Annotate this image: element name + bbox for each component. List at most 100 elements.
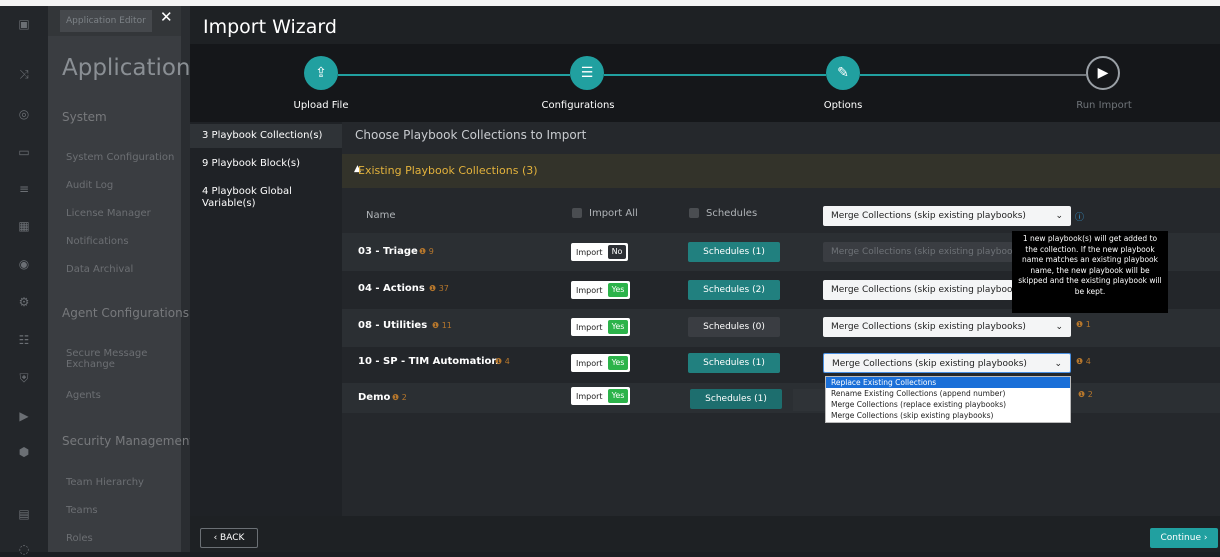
row-count: ❶ 4 <box>495 357 510 366</box>
back-label: BACK <box>220 533 245 543</box>
merge-count-value: 1 <box>1085 320 1091 329</box>
dropdown-option[interactable]: Rename Existing Collections (append numb… <box>826 388 1070 399</box>
bg-item[interactable]: Team Hierarchy <box>66 477 144 488</box>
import-toggle[interactable]: Import Yes <box>571 354 631 372</box>
clipboard-icon[interactable]: ▤ <box>16 506 32 522</box>
merge-all-select[interactable]: Merge Collections (skip existing playboo… <box>823 206 1071 226</box>
merge-tooltip: 1 new playbook(s) will get added to the … <box>1012 231 1168 313</box>
continue-label: Continue <box>1160 533 1201 543</box>
row-count: ❶ 2 <box>392 393 407 402</box>
schedules-button[interactable]: Schedules (1) <box>690 389 782 409</box>
step-upload[interactable]: ⇪ <box>304 56 338 90</box>
nav-playbook-collections[interactable]: 3 Playbook Collection(s) <box>190 124 342 148</box>
merge-value: Merge Collections (skip existing playboo… <box>831 247 1013 257</box>
background-tab[interactable]: Application Editor <box>60 10 152 32</box>
row-name: 08 - Utilities <box>358 320 428 331</box>
bg-item[interactable]: Roles <box>66 533 93 544</box>
schedules-button[interactable]: Schedules (2) <box>688 280 780 300</box>
merge-value: Merge Collections (skip existing playboo… <box>832 359 1027 369</box>
import-toggle[interactable]: Import Yes <box>571 387 631 405</box>
bg-item[interactable]: License Manager <box>66 208 151 219</box>
back-button[interactable]: ‹ BACK <box>200 528 258 548</box>
settings-icon[interactable]: ◌ <box>16 541 32 557</box>
column-name: Name <box>366 210 396 221</box>
import-value: Yes <box>607 356 629 370</box>
schedules-checkbox[interactable] <box>689 208 699 218</box>
shield-icon[interactable]: ⛨ <box>16 370 32 386</box>
bg-item[interactable]: Teams <box>66 505 98 516</box>
wrench-icon: ✎ <box>837 65 849 81</box>
schedules-button[interactable]: Schedules (0) <box>688 317 780 337</box>
bg-item[interactable]: Agents <box>66 390 101 401</box>
step-configurations[interactable]: ☰ <box>570 56 604 90</box>
dropdown-option[interactable]: Merge Collections (replace existing play… <box>826 399 1070 410</box>
import-value: Yes <box>607 283 629 297</box>
content-heading: Choose Playbook Collections to Import <box>355 128 587 142</box>
import-toggle[interactable]: Import No <box>571 243 629 261</box>
bg-item[interactable]: Notifications <box>66 236 129 247</box>
continue-button[interactable]: Continue › <box>1150 528 1218 548</box>
import-label: Import <box>576 247 603 257</box>
bg-section-agent: Agent Configurations <box>62 306 189 320</box>
close-icon[interactable]: ✕ <box>160 8 173 26</box>
step-connector <box>970 74 1086 76</box>
step-options[interactable]: ✎ <box>826 56 860 90</box>
target-icon[interactable]: ◉ <box>16 256 32 272</box>
merge-count-value: 2 <box>1087 390 1093 399</box>
merge-select-hidden[interactable] <box>793 389 825 411</box>
shuffle-icon[interactable]: ⤨ <box>16 66 32 82</box>
wizard-footer <box>190 516 1220 552</box>
bg-section-security: Security Management <box>62 434 195 448</box>
import-toggle[interactable]: Import Yes <box>571 281 631 299</box>
merge-count: ❶ 4 <box>1076 357 1091 366</box>
import-label: Import <box>576 358 603 368</box>
wizard-title: Import Wizard <box>203 16 337 38</box>
step-connector <box>604 74 826 76</box>
dropdown-option[interactable]: Merge Collections (skip existing playboo… <box>826 410 1070 421</box>
badge-icon[interactable]: ⬢ <box>16 444 32 460</box>
chevron-right-icon: › <box>1201 533 1208 543</box>
schedules-button[interactable]: Schedules (1) <box>688 353 780 373</box>
column-schedules: Schedules <box>706 208 758 219</box>
bg-item[interactable]: Secure Message Exchange <box>66 348 166 370</box>
step-run-import[interactable]: ▶ <box>1086 56 1120 90</box>
row-name: 03 - Triage <box>358 246 418 257</box>
merge-select-open[interactable]: Merge Collections (skip existing playboo… <box>823 353 1071 373</box>
tab-label: Application Editor <box>66 16 146 26</box>
bg-item[interactable]: Audit Log <box>66 180 113 191</box>
merge-select[interactable]: Merge Collections (skip existing playboo… <box>823 242 1013 262</box>
step-connector <box>860 74 970 76</box>
chevron-down-icon: ⌄ <box>1055 211 1063 221</box>
gear-icon[interactable]: ⚙ <box>16 294 32 310</box>
chart-icon[interactable]: ≡ <box>16 181 32 197</box>
dashboard-icon[interactable]: ◎ <box>16 106 32 122</box>
sliders-icon: ☰ <box>580 65 594 81</box>
play-icon[interactable]: ▶ <box>16 408 32 424</box>
dropdown-option[interactable]: Replace Existing Collections <box>826 377 1070 388</box>
step-label-run-import: Run Import <box>1076 100 1132 111</box>
users-icon[interactable]: ☷ <box>16 332 32 348</box>
row-name: 04 - Actions <box>358 283 425 294</box>
column-import-all: Import All <box>589 208 638 219</box>
merge-select[interactable]: Merge Collections (skip existing playboo… <box>823 317 1071 337</box>
grid-icon[interactable]: ▦ <box>16 218 32 234</box>
app-logo-icon[interactable]: ▣ <box>16 16 32 32</box>
bg-section-system: System <box>62 110 107 124</box>
bg-item[interactable]: System Configuration <box>66 152 174 163</box>
nav-playbook-blocks[interactable]: 9 Playbook Block(s) <box>190 152 342 176</box>
import-toggle[interactable]: Import Yes <box>571 318 631 336</box>
merge-value: Merge Collections (skip existing playboo… <box>831 285 1013 295</box>
background-panel <box>48 6 181 552</box>
import-value: Yes <box>607 320 629 334</box>
import-all-checkbox[interactable] <box>572 208 582 218</box>
step-connector <box>338 74 570 76</box>
briefcase-icon[interactable]: ▭ <box>16 144 32 160</box>
row-name: Demo <box>358 392 391 403</box>
info-icon[interactable]: ⓘ <box>1075 210 1084 223</box>
row-count-value: 11 <box>441 321 452 330</box>
nav-global-variables[interactable]: 4 Playbook Global Variable(s) <box>190 186 320 210</box>
merge-select[interactable]: Merge Collections (skip existing playboo… <box>823 280 1013 300</box>
import-label: Import <box>576 285 603 295</box>
schedules-button[interactable]: Schedules (1) <box>688 242 780 262</box>
bg-item[interactable]: Data Archival <box>66 264 133 275</box>
